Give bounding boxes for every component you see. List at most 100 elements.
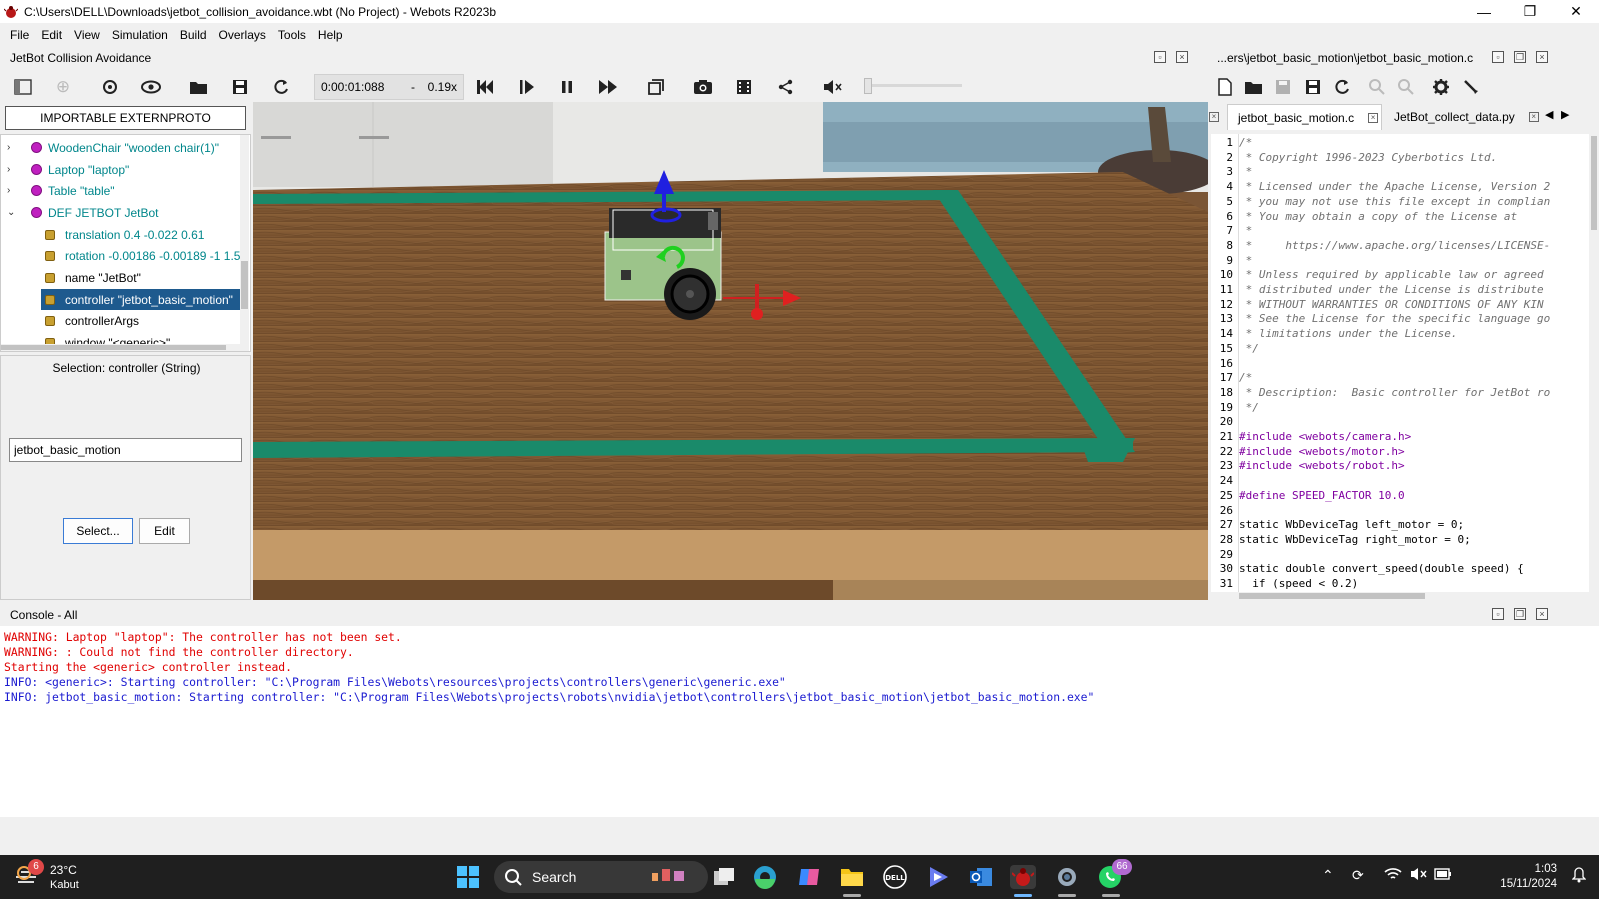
menu-simulation[interactable]: Simulation (106, 28, 174, 42)
open-file-icon[interactable] (1243, 76, 1265, 98)
weather-widget[interactable]: 6 23°C Kabut (12, 859, 79, 894)
taskbar-search[interactable]: Search (494, 861, 708, 893)
menu-overlays[interactable]: Overlays (213, 28, 272, 42)
tab-close-prev[interactable]: × (1205, 104, 1223, 130)
tree-field-name[interactable]: name "JetBot" (45, 267, 141, 288)
code-editor[interactable]: 1 /* 2 * Copyright 1996-2023 Cyberbotics L… (1211, 134, 1599, 594)
eye-icon[interactable] (140, 76, 162, 98)
editor-restore-button[interactable]: ❐ (1514, 51, 1526, 63)
tree-node-table[interactable]: › Table "table" (7, 180, 115, 201)
menu-help[interactable]: Help (312, 28, 349, 42)
tree-field-controller[interactable]: controller "jetbot_basic_motion" (41, 289, 242, 310)
record-video-icon[interactable] (733, 76, 755, 98)
tab-scroll-left-icon[interactable]: ◀ (1545, 108, 1553, 121)
tree-node-jetbot[interactable]: ⌄ DEF JETBOT JetBot (7, 202, 158, 223)
reset-view-icon[interactable] (99, 76, 121, 98)
task-view-icon[interactable] (712, 865, 736, 889)
editor-close-button[interactable]: × (1536, 51, 1548, 63)
replace-icon[interactable] (1395, 76, 1417, 98)
scene-float-button[interactable]: ▫ (1154, 51, 1166, 63)
copilot-icon[interactable] (797, 865, 821, 889)
battery-icon[interactable] (1434, 867, 1452, 883)
chevron-down-icon[interactable]: ⌄ (7, 207, 17, 218)
wifi-icon[interactable] (1384, 867, 1402, 884)
code-horizontal-scrollbar[interactable] (1209, 592, 1599, 600)
menu-edit[interactable]: Edit (35, 28, 68, 42)
build-gear-icon[interactable] (1430, 76, 1452, 98)
share-icon[interactable] (775, 76, 797, 98)
tree-field-controller-args[interactable]: controllerArgs (45, 310, 139, 331)
menu-file[interactable]: File (4, 28, 35, 42)
tree-field-translation[interactable]: translation 0.4 -0.022 0.61 (45, 224, 204, 245)
file-explorer-icon[interactable] (840, 865, 864, 889)
chevron-right-icon[interactable]: › (7, 164, 17, 175)
volume-slider[interactable] (864, 78, 962, 94)
chevron-up-icon[interactable]: ⌃ (1322, 867, 1334, 884)
3d-scene[interactable] (253, 102, 1208, 600)
tree-node-wooden-chair[interactable]: › WoodenChair "wooden chair(1)" (7, 137, 219, 158)
code-hscroll-thumb[interactable] (1239, 593, 1425, 599)
step-icon[interactable] (516, 76, 538, 98)
settings-gear-icon[interactable] (1055, 865, 1079, 889)
revert-file-icon[interactable] (1331, 76, 1353, 98)
volume-slider-knob[interactable] (864, 78, 872, 94)
tab-jetbot-collect-data[interactable]: JetBot_collect_data.py × (1384, 104, 1544, 130)
tree-vertical-scrollbar[interactable] (240, 135, 249, 351)
save-world-icon[interactable] (229, 76, 251, 98)
pause-icon[interactable] (556, 76, 578, 98)
tree-horizontal-scrollbar[interactable] (1, 344, 241, 351)
importable-externproto-button[interactable]: IMPORTABLE EXTERNPROTO (5, 106, 246, 130)
clean-broom-icon[interactable] (1460, 76, 1482, 98)
controller-field-input[interactable] (9, 438, 242, 462)
new-file-icon[interactable] (1214, 76, 1236, 98)
sync-icon[interactable]: ⟳ (1352, 867, 1364, 884)
fast-forward-icon[interactable] (597, 76, 619, 98)
notification-bell-icon[interactable] (1571, 867, 1587, 886)
console-restore-button[interactable]: ❐ (1514, 608, 1526, 620)
save-file-icon[interactable] (1272, 76, 1294, 98)
chevron-right-icon[interactable]: › (7, 142, 17, 153)
clock[interactable]: 1:03 15/11/2024 (1500, 862, 1557, 892)
screenshot-camera-icon[interactable] (692, 76, 714, 98)
edit-controller-button[interactable]: Edit (139, 518, 190, 544)
edge-browser-icon[interactable] (753, 865, 777, 889)
reset-simulation-icon[interactable] (474, 76, 496, 98)
menu-tools[interactable]: Tools (272, 28, 312, 42)
reload-world-icon[interactable] (270, 76, 292, 98)
3d-view[interactable] (253, 102, 1208, 600)
start-windows-icon[interactable] (456, 865, 480, 889)
close-icon[interactable]: × (1209, 112, 1219, 122)
tab-jetbot-basic-motion[interactable]: jetbot_basic_motion.c × (1227, 104, 1382, 130)
tree-field-rotation[interactable]: rotation -0.00186 -0.00189 -1 1.56 (45, 245, 247, 266)
find-icon[interactable] (1366, 76, 1388, 98)
add-node-icon[interactable]: ⊕ (52, 76, 74, 98)
render-mode-icon[interactable] (645, 76, 667, 98)
minimize-button[interactable]: — (1461, 0, 1507, 23)
tree-hscroll-thumb[interactable] (1, 345, 226, 350)
close-icon[interactable]: × (1528, 112, 1539, 122)
console-close-button[interactable]: × (1536, 608, 1548, 620)
console-float-button[interactable]: ▫ (1492, 608, 1504, 620)
webots-taskbar-icon[interactable] (1010, 865, 1036, 889)
chevron-right-icon[interactable]: › (7, 185, 17, 196)
code-scroll-thumb[interactable] (1591, 136, 1597, 230)
menu-view[interactable]: View (68, 28, 106, 42)
speaker-muted-icon[interactable] (1410, 867, 1428, 884)
dell-icon[interactable]: DELL (883, 865, 907, 889)
open-world-icon[interactable] (188, 76, 210, 98)
outlook-icon[interactable] (969, 865, 993, 889)
tree-scroll-thumb[interactable] (241, 261, 248, 309)
tree-node-laptop[interactable]: › Laptop "laptop" (7, 159, 129, 180)
save-all-icon[interactable] (1302, 76, 1324, 98)
mute-icon[interactable] (822, 76, 844, 98)
editor-float-button[interactable]: ▫ (1492, 51, 1504, 63)
code-vertical-scrollbar[interactable] (1589, 134, 1599, 594)
close-button[interactable]: ✕ (1553, 0, 1599, 23)
close-icon[interactable]: × (1368, 112, 1379, 123)
toggle-scene-tree-icon[interactable] (12, 76, 34, 98)
tab-scroll-right-icon[interactable]: ▶ (1561, 108, 1569, 121)
select-controller-button[interactable]: Select... (63, 518, 133, 544)
app-arrow-icon[interactable] (926, 865, 950, 889)
scene-close-button[interactable]: × (1176, 51, 1188, 63)
menu-build[interactable]: Build (174, 28, 213, 42)
